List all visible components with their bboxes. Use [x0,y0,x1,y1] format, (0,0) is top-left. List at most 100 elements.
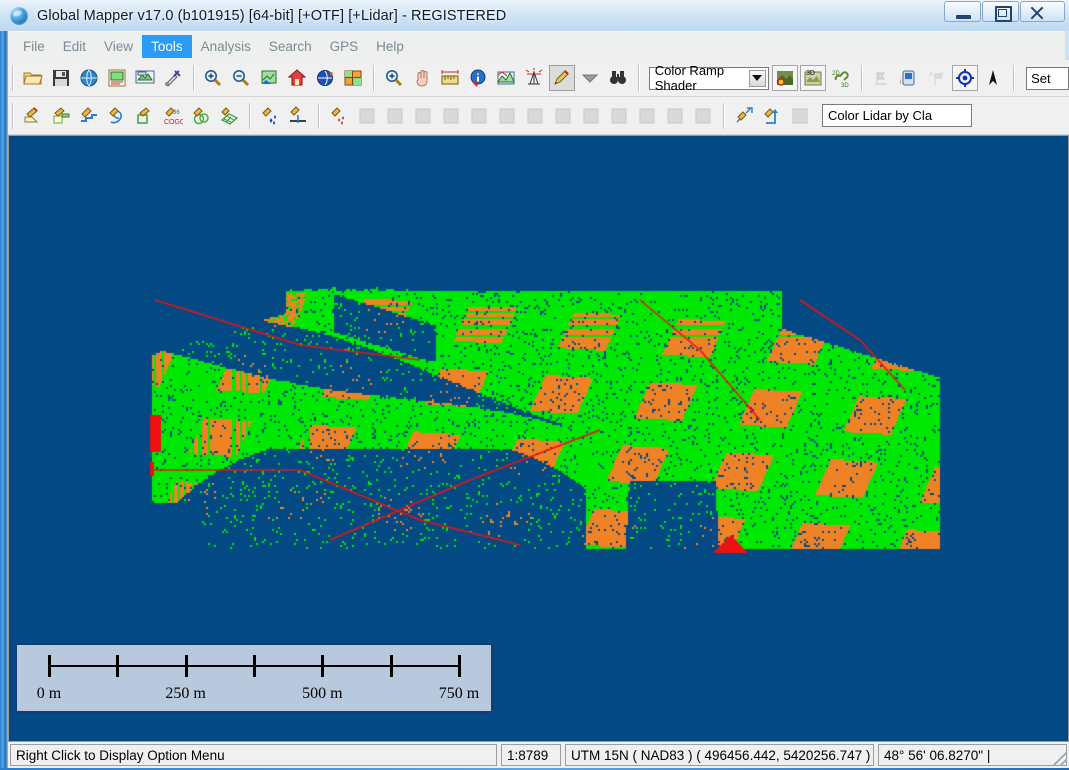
digitizer-create-group: 36 COGO [17,97,245,134]
edit-smooth-icon [634,102,660,129]
svg-text:36: 36 [173,110,180,116]
tools-icon[interactable] [159,65,186,91]
menu-item-edit[interactable]: Edit [54,35,95,58]
digitize-circle-icon[interactable] [188,102,214,129]
move-feature-icon[interactable] [731,102,757,129]
cogo-icon[interactable]: 36 COGO [160,102,186,129]
digitizer-toolbar: 36 COGO Color Lidar by Cla [8,97,1069,135]
svg-text:3D: 3D [806,70,815,77]
gps-toolbar-group: i [865,60,1009,96]
chevron-down-icon[interactable] [577,65,604,91]
gps-set-field[interactable]: Set [1026,66,1069,90]
digitize-rect-icon[interactable] [48,102,74,129]
scale-bar-tick [48,655,51,677]
scale-bar: 0 m 250 m 500 m 750 m [15,643,493,713]
toolbar-separator [638,65,639,91]
lidar-style-select[interactable]: Color Lidar by Cla [822,104,972,127]
gps-marker-icon [924,65,951,91]
toolbar-separator [318,102,319,129]
menu-bar: File Edit View Tools Analysis Search GPS Help [8,31,1065,60]
undo-edit-icon [787,102,813,129]
status-projection: UTM 15N ( NAD83 ) ( 496456.442, 5420256.… [565,744,874,766]
zoom-tool-icon[interactable] [381,65,408,91]
zoom-to-layer-icon[interactable] [256,65,283,91]
restore-button[interactable] [982,1,1019,22]
binoculars-icon[interactable] [605,65,632,91]
zoom-in-icon[interactable] [200,65,227,91]
menu-item-file[interactable]: File [14,35,54,58]
menu-item-search[interactable]: Search [260,35,321,58]
main-toolbar: Color Ramp Shader 3D 2D 3D i Set [8,60,1069,97]
digitize-points-icon[interactable] [257,102,283,129]
gps-center-icon[interactable] [952,65,979,91]
status-scale: 1:8789 [501,744,561,766]
map-view[interactable]: 0 m 250 m 500 m 750 m [8,135,1069,742]
resize-grip-icon[interactable] [1053,752,1067,766]
scale-bar-tick [458,655,461,677]
shader-select[interactable]: Color Ramp Shader [648,63,769,93]
svg-text:3D: 3D [841,83,849,88]
close-icon[interactable] [1020,1,1065,22]
edit-split-icon [410,102,436,129]
minimize-button[interactable] [944,1,981,22]
digitize-freehand-icon[interactable] [104,102,130,129]
home-icon[interactable] [284,65,311,91]
pan-hand-icon[interactable] [409,65,436,91]
layer-config-icon[interactable] [131,65,158,91]
shader-sun-icon[interactable] [771,65,798,91]
edit-globe-icon [438,102,464,129]
digitize-area-icon[interactable] [20,102,46,129]
toolbar-separator [373,65,375,91]
globe-rotate-icon[interactable] [312,65,339,91]
grid-view-icon[interactable] [340,65,367,91]
path-profile-icon[interactable] [493,65,520,91]
digitize-vertex-icon[interactable] [285,102,311,129]
digitizer-pencil-icon[interactable] [549,65,576,91]
menu-item-view[interactable]: View [95,35,142,58]
overlay-control-icon[interactable] [103,65,130,91]
viewshed-icon[interactable] [521,65,548,91]
measure-ruler-icon[interactable] [437,65,464,91]
menu-item-help[interactable]: Help [367,35,413,58]
scale-bar-tick [116,655,120,677]
gps-device-icon[interactable]: i [896,65,923,91]
scale-bar-label: 500 m [302,685,343,702]
north-arrow-icon[interactable] [980,65,1007,91]
edit-simplify-icon [662,102,688,129]
edit-shape-icon [690,102,716,129]
window-frame-left [0,31,8,770]
open-folder-icon[interactable] [19,65,46,91]
save-floppy-icon[interactable] [47,65,74,91]
file-toolbar-group [17,60,189,96]
edit-points-icon[interactable] [326,102,352,129]
edit-buffer-icon [550,102,576,129]
view-toolbar-group [197,60,369,96]
feature-info-icon[interactable] [465,65,492,91]
digitize-line-icon[interactable] [76,102,102,129]
link-2d3d-icon[interactable]: 2D 3D [827,65,854,91]
toolbar-separator [1013,65,1015,91]
globe-icon [10,6,28,25]
shade-toolbar-group: 3D 2D 3D [769,60,857,96]
toolbar-separator [12,65,13,91]
gps-track-icon [868,65,895,91]
zoom-out-icon[interactable] [228,65,255,91]
scale-bar-label: 750 m [438,685,480,702]
menu-item-gps[interactable]: GPS [321,35,368,58]
scale-bar-tick [389,655,393,677]
edit-crop-icon [522,102,548,129]
digitize-square-icon[interactable] [132,102,158,129]
globe-online-icon[interactable] [75,65,102,91]
edit-attributes-icon [578,102,604,129]
menu-item-tools[interactable]: Tools [142,34,192,58]
toolbar-separator [860,65,862,91]
menu-item-analysis[interactable]: Analysis [192,35,260,58]
digitizer-move-group [728,97,816,134]
tools-toolbar-group [378,60,634,96]
digitize-grid-icon[interactable] [216,102,242,129]
view-3d-icon[interactable]: 3D [799,65,826,91]
status-bar: Right Click to Display Option Menu 1:878… [8,742,1069,768]
extend-line-icon[interactable] [759,102,785,129]
chevron-down-icon[interactable] [748,69,766,87]
edit-extract-icon [466,102,492,129]
